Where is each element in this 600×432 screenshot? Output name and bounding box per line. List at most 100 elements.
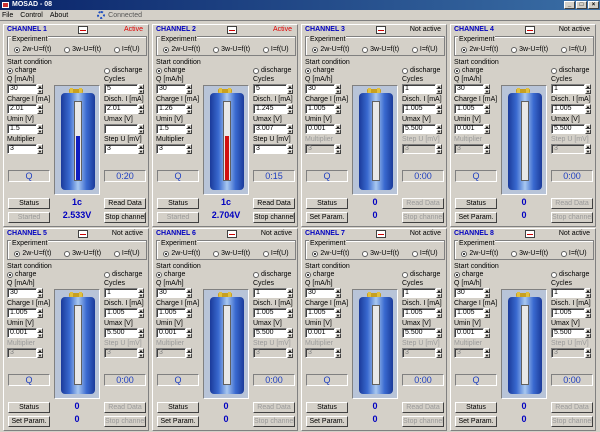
- mode-3w-radio[interactable]: 3w-U=f(t): [64, 46, 101, 53]
- umin-spinner[interactable]: ▲ ▼: [335, 124, 341, 134]
- step-u-spinner[interactable]: ▲ ▼: [138, 144, 144, 154]
- umax-input[interactable]: 5.500: [104, 328, 138, 338]
- set-param-button[interactable]: Set Param.: [455, 212, 497, 223]
- mode-ifu-radio[interactable]: I=f(U): [262, 46, 289, 53]
- cycles-spinner[interactable]: ▲ ▼: [287, 288, 293, 298]
- charge-i-spinner[interactable]: ▲ ▼: [186, 308, 192, 318]
- q-button[interactable]: Q: [8, 170, 50, 182]
- charge-i-input[interactable]: 1.005: [305, 104, 335, 114]
- cycles-spinner[interactable]: ▲ ▼: [436, 288, 442, 298]
- graph-icon[interactable]: [227, 26, 237, 34]
- charge-radio[interactable]: charge: [454, 67, 483, 74]
- umin-spinner[interactable]: ▲ ▼: [37, 124, 43, 134]
- umin-input[interactable]: 0.001: [156, 328, 186, 338]
- step-u-spinner[interactable]: ▲ ▼: [138, 348, 144, 358]
- cycles-spinner[interactable]: ▲ ▼: [585, 288, 591, 298]
- multiplier-input[interactable]: 3: [454, 144, 484, 154]
- umax-input[interactable]: 5.500: [551, 328, 585, 338]
- graph-icon[interactable]: [525, 230, 535, 238]
- q-button[interactable]: Q: [306, 374, 348, 386]
- stop-channel-button[interactable]: Stop channel: [551, 212, 593, 223]
- multiplier-input[interactable]: 3: [454, 348, 484, 358]
- maximize-button[interactable]: □: [576, 1, 587, 9]
- cycles-input[interactable]: 1: [104, 288, 138, 298]
- umin-input[interactable]: 0.001: [305, 328, 335, 338]
- step-u-spinner[interactable]: ▲ ▼: [436, 144, 442, 154]
- umin-spinner[interactable]: ▲ ▼: [37, 328, 43, 338]
- q-spinner[interactable]: ▲ ▼: [37, 288, 43, 298]
- cycles-spinner[interactable]: ▲ ▼: [287, 84, 293, 94]
- charge-i-spinner[interactable]: ▲ ▼: [186, 104, 192, 114]
- q-input[interactable]: 30: [454, 84, 484, 94]
- charge-radio[interactable]: charge: [7, 67, 36, 74]
- umax-spinner[interactable]: ▲ ▼: [585, 328, 591, 338]
- q-spinner[interactable]: ▲ ▼: [186, 288, 192, 298]
- multiplier-input[interactable]: 3: [305, 348, 335, 358]
- graph-icon[interactable]: [525, 26, 535, 34]
- charge-radio[interactable]: charge: [7, 271, 36, 278]
- discharge-radio[interactable]: discharge: [253, 67, 291, 74]
- stop-channel-button[interactable]: Stop channel: [402, 212, 444, 223]
- disch-i-spinner[interactable]: ▲ ▼: [436, 308, 442, 318]
- read-data-button[interactable]: Read Data: [551, 402, 593, 413]
- umax-input[interactable]: 5.500: [402, 124, 436, 134]
- umin-input[interactable]: 0.001: [454, 124, 484, 134]
- step-u-spinner[interactable]: ▲ ▼: [585, 348, 591, 358]
- umin-input[interactable]: 1.5: [156, 124, 186, 134]
- charge-radio[interactable]: charge: [305, 67, 334, 74]
- q-input[interactable]: 30: [156, 84, 186, 94]
- charge-radio[interactable]: charge: [454, 271, 483, 278]
- disch-i-spinner[interactable]: ▲ ▼: [138, 104, 144, 114]
- step-u-input[interactable]: 3: [402, 348, 436, 358]
- charge-i-spinner[interactable]: ▲ ▼: [484, 308, 490, 318]
- graph-icon[interactable]: [376, 26, 386, 34]
- mode-3w-radio[interactable]: 3w-U=f(t): [64, 250, 101, 257]
- graph-icon[interactable]: [227, 230, 237, 238]
- step-u-input[interactable]: 3: [104, 348, 138, 358]
- status-button[interactable]: Status: [8, 198, 50, 209]
- q-button[interactable]: Q: [8, 374, 50, 386]
- q-spinner[interactable]: ▲ ▼: [335, 288, 341, 298]
- cycles-input[interactable]: 1: [402, 288, 436, 298]
- menu-control[interactable]: Control: [20, 12, 43, 19]
- umin-input[interactable]: 0.001: [454, 328, 484, 338]
- cycles-input[interactable]: 5: [253, 84, 287, 94]
- mode-2w-radio[interactable]: 2w-U=f(t): [163, 250, 200, 257]
- cycles-spinner[interactable]: ▲ ▼: [138, 288, 144, 298]
- step-u-input[interactable]: 3: [253, 144, 287, 154]
- mode-3w-radio[interactable]: 3w-U=f(t): [511, 46, 548, 53]
- charge-radio[interactable]: charge: [156, 271, 185, 278]
- minimize-button[interactable]: _: [564, 1, 575, 9]
- mode-3w-radio[interactable]: 3w-U=f(t): [213, 46, 250, 53]
- status-button[interactable]: Status: [306, 402, 348, 413]
- close-button[interactable]: ×: [588, 1, 599, 9]
- status-button[interactable]: Status: [157, 198, 199, 209]
- umin-input[interactable]: 1.5: [7, 124, 37, 134]
- set-param-button[interactable]: Set Param.: [8, 416, 50, 427]
- q-input[interactable]: 30: [7, 84, 37, 94]
- q-input[interactable]: 30: [305, 288, 335, 298]
- set-param-button[interactable]: Set Param.: [157, 416, 199, 427]
- mode-2w-radio[interactable]: 2w-U=f(t): [461, 46, 498, 53]
- read-data-button[interactable]: Read Data: [402, 198, 444, 209]
- disch-i-spinner[interactable]: ▲ ▼: [585, 104, 591, 114]
- mode-3w-radio[interactable]: 3w-U=f(t): [213, 250, 250, 257]
- multiplier-spinner[interactable]: ▲ ▼: [335, 348, 341, 358]
- charge-i-spinner[interactable]: ▲ ▼: [484, 104, 490, 114]
- q-spinner[interactable]: ▲ ▼: [484, 288, 490, 298]
- stop-channel-button[interactable]: Stop channel: [551, 416, 593, 427]
- umin-input[interactable]: 0.001: [7, 328, 37, 338]
- umax-input[interactable]: 3.007: [253, 124, 287, 134]
- status-button[interactable]: Status: [157, 402, 199, 413]
- disch-i-input[interactable]: 1.005: [551, 104, 585, 114]
- charge-i-spinner[interactable]: ▲ ▼: [335, 104, 341, 114]
- status-button[interactable]: Status: [306, 198, 348, 209]
- status-button[interactable]: Status: [455, 402, 497, 413]
- charge-i-input[interactable]: 1.005: [156, 308, 186, 318]
- step-u-spinner[interactable]: ▲ ▼: [436, 348, 442, 358]
- umin-input[interactable]: 0.001: [305, 124, 335, 134]
- mode-2w-radio[interactable]: 2w-U=f(t): [312, 250, 349, 257]
- set-param-button[interactable]: Set Param.: [306, 212, 348, 223]
- discharge-radio[interactable]: discharge: [104, 271, 142, 278]
- discharge-radio[interactable]: discharge: [402, 67, 440, 74]
